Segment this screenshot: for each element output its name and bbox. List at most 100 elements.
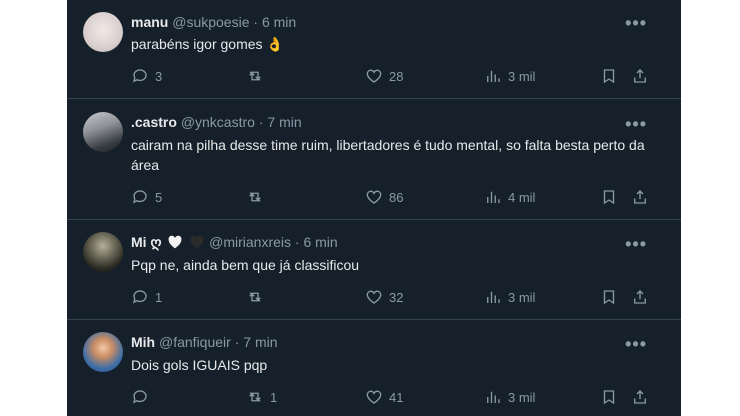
like-button[interactable]: 41: [365, 387, 403, 407]
retweet-button[interactable]: [246, 66, 270, 86]
retweet-icon: [249, 71, 261, 81]
reply-button[interactable]: [131, 387, 155, 407]
retweet-icon: [249, 192, 261, 202]
heart-icon: [366, 390, 382, 404]
tweet-actions: 5 86 4 mil: [131, 187, 651, 207]
more-icon[interactable]: •••: [625, 14, 647, 32]
more-icon[interactable]: •••: [625, 235, 647, 253]
view-count: 3 mil: [508, 68, 536, 84]
like-count: 28: [389, 68, 404, 84]
like-count: 86: [389, 189, 404, 205]
views-button[interactable]: 3 mil: [484, 66, 535, 86]
user-handle[interactable]: @mirianxreis: [209, 234, 291, 250]
tweet-header: Mih @fanfiqueir · 7 min: [131, 332, 278, 352]
view-count: 3 mil: [508, 289, 536, 305]
views-icon: [487, 391, 500, 403]
display-name[interactable]: manu: [131, 14, 168, 30]
timestamp[interactable]: 7 min: [243, 334, 277, 350]
more-icon[interactable]: •••: [625, 335, 647, 353]
bookmark-icon: [603, 190, 615, 205]
share-icon: [634, 69, 646, 83]
share-button[interactable]: [631, 66, 649, 86]
tweet[interactable]: Mih @fanfiqueir · 7 min ••• Dois gols IG…: [67, 319, 681, 416]
reply-count: 3: [155, 68, 163, 84]
like-count: 32: [389, 289, 404, 305]
views-icon: [487, 291, 500, 303]
tweet[interactable]: Mi ღ @mirianxreis · 6 min ••• Pqp ne, ai…: [67, 219, 681, 320]
retweet-button[interactable]: [246, 187, 270, 207]
share-icon: [634, 290, 646, 304]
reply-button[interactable]: 3: [131, 66, 162, 86]
white-heart-icon: [168, 235, 182, 249]
view-count: 4 mil: [508, 189, 536, 205]
heart-icon: [366, 290, 382, 304]
tweet-text: Pqp ne, ainda bem que já classificou: [131, 257, 360, 273]
view-count: 3 mil: [508, 389, 536, 405]
tweet[interactable]: .castro @ynkcastro · 7 min ••• cairam na…: [67, 98, 681, 220]
timestamp[interactable]: 6 min: [262, 14, 296, 30]
avatar[interactable]: [83, 332, 123, 372]
share-button[interactable]: [631, 287, 649, 307]
tweet-actions: 1 41 3 mil: [131, 387, 651, 407]
reply-icon: [132, 390, 147, 404]
bookmark-button[interactable]: [600, 387, 618, 407]
avatar[interactable]: [83, 12, 123, 52]
reply-icon: [132, 290, 147, 304]
avatar[interactable]: [83, 112, 123, 152]
reply-count: 5: [155, 189, 163, 205]
timeline-feed: manu @sukpoesie · 6 min ••• parabéns igo…: [67, 0, 681, 416]
tweet-header: .castro @ynkcastro · 7 min: [131, 112, 302, 132]
tweet[interactable]: manu @sukpoesie · 6 min ••• parabéns igo…: [67, 0, 681, 98]
bookmark-icon: [603, 69, 615, 84]
bookmark-icon: [603, 290, 615, 305]
share-button[interactable]: [631, 187, 649, 207]
views-button[interactable]: 3 mil: [484, 287, 535, 307]
black-heart-icon: [190, 235, 204, 249]
heart-icon: [366, 69, 382, 83]
retweet-icon: [249, 292, 261, 302]
reply-icon: [132, 190, 147, 204]
retweet-icon: [249, 392, 261, 402]
reply-button[interactable]: 5: [131, 187, 162, 207]
display-name[interactable]: .castro: [131, 114, 177, 130]
retweet-button[interactable]: [246, 287, 270, 307]
separator: ·: [234, 334, 240, 350]
like-button[interactable]: 86: [365, 187, 403, 207]
bookmark-button[interactable]: [600, 187, 618, 207]
bookmark-icon: [603, 390, 615, 405]
user-handle[interactable]: @sukpoesie: [172, 14, 249, 30]
reply-button[interactable]: 1: [131, 287, 162, 307]
like-button[interactable]: 32: [365, 287, 403, 307]
tweet-text: Dois gols IGUAIS pqp: [131, 357, 268, 373]
views-button[interactable]: 3 mil: [484, 387, 535, 407]
tweet-actions: 1 32 3 mil: [131, 287, 651, 307]
avatar[interactable]: [83, 232, 123, 272]
reply-count: 1: [155, 289, 163, 305]
tweet-text: parabéns igor gomes 👌: [131, 36, 284, 52]
retweet-count: 1: [270, 389, 278, 405]
bookmark-button[interactable]: [600, 287, 618, 307]
heart-icon: [366, 190, 382, 204]
share-button[interactable]: [631, 387, 649, 407]
more-icon[interactable]: •••: [625, 115, 647, 133]
views-button[interactable]: 4 mil: [484, 187, 535, 207]
reply-icon: [132, 69, 147, 83]
tweet-header: Mi ღ @mirianxreis · 6 min: [131, 232, 338, 252]
display-name[interactable]: Mi ღ: [131, 234, 161, 250]
like-button[interactable]: 28: [365, 66, 403, 86]
separator: ·: [294, 234, 300, 250]
timestamp[interactable]: 6 min: [303, 234, 337, 250]
separator: ·: [258, 114, 264, 130]
retweet-button[interactable]: 1: [246, 387, 277, 407]
timestamp[interactable]: 7 min: [267, 114, 301, 130]
share-icon: [634, 190, 646, 204]
like-count: 41: [389, 389, 404, 405]
tweet-header: manu @sukpoesie · 6 min: [131, 12, 296, 32]
user-handle[interactable]: @fanfiqueir: [159, 334, 231, 350]
views-icon: [487, 191, 500, 203]
tweet-actions: 3 28 3 mil: [131, 66, 651, 86]
bookmark-button[interactable]: [600, 66, 618, 86]
display-name[interactable]: Mih: [131, 334, 155, 350]
share-icon: [634, 390, 646, 404]
user-handle[interactable]: @ynkcastro: [181, 114, 255, 130]
